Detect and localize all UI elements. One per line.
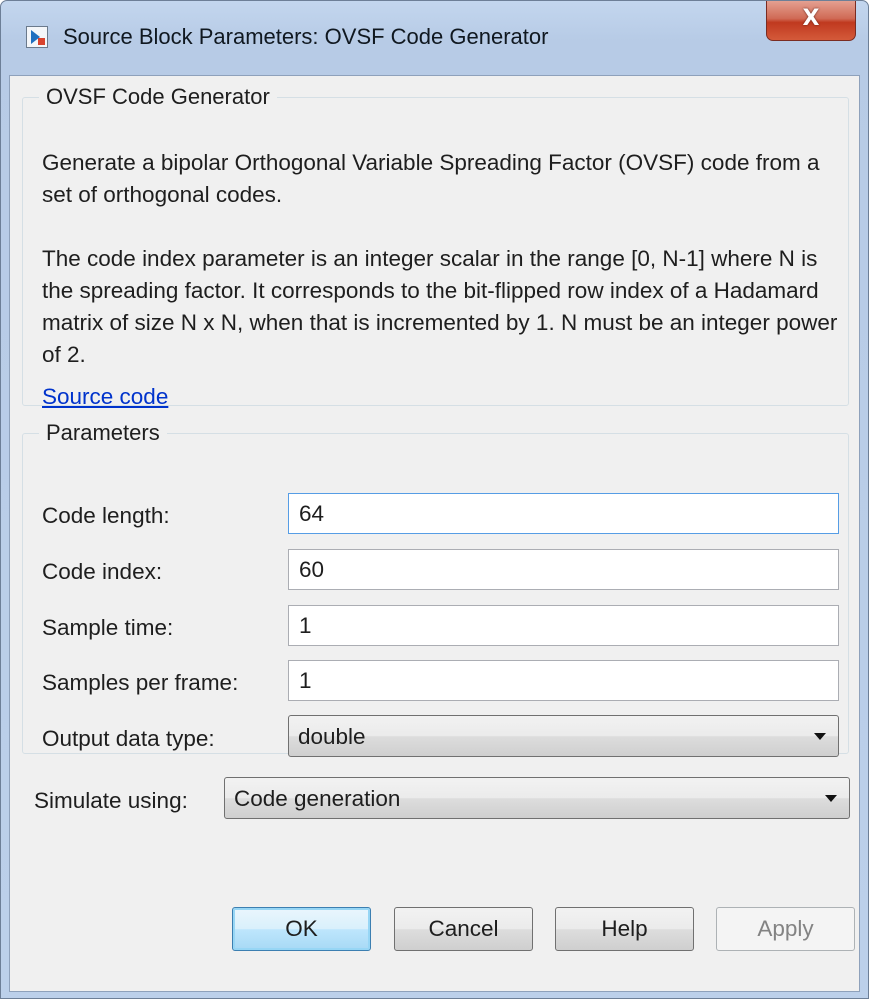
simulate-using-label: Simulate using:	[34, 788, 188, 813]
sample-time-label: Sample time:	[42, 615, 174, 640]
chevron-down-icon	[825, 795, 837, 802]
code-length-field[interactable]	[288, 493, 839, 534]
ok-button[interactable]: OK	[232, 907, 371, 951]
dialog-window: Source Block Parameters: OVSF Code Gener…	[0, 0, 869, 999]
source-code-link[interactable]: Source code	[42, 384, 168, 410]
block-description-group: OVSF Code Generator Generate a bipolar O…	[22, 84, 849, 409]
code-index-label: Code index:	[42, 559, 163, 584]
cancel-button[interactable]: Cancel	[394, 907, 533, 951]
output-data-type-select[interactable]: double	[288, 715, 839, 757]
block-description-text-1: Generate a bipolar Orthogonal Variable S…	[42, 150, 820, 207]
code-index-field[interactable]	[288, 549, 839, 590]
block-description-legend: OVSF Code Generator	[46, 84, 270, 109]
close-button[interactable]: X	[766, 1, 856, 41]
sample-time-field[interactable]	[288, 605, 839, 646]
title-bar[interactable]: Source Block Parameters: OVSF Code Gener…	[1, 1, 868, 75]
simulate-using-value: Code generation	[234, 786, 401, 811]
close-icon: X	[802, 6, 820, 31]
dialog-body: OVSF Code Generator Generate a bipolar O…	[9, 75, 860, 992]
simulate-using-select[interactable]: Code generation	[224, 777, 850, 819]
window-title: Source Block Parameters: OVSF Code Gener…	[63, 24, 549, 49]
chevron-down-icon	[814, 733, 826, 740]
output-data-type-value: double	[298, 724, 366, 749]
parameters-legend: Parameters	[46, 420, 160, 445]
apply-button[interactable]: Apply	[716, 907, 855, 951]
output-data-type-label: Output data type:	[42, 726, 215, 751]
samples-per-frame-field[interactable]	[288, 660, 839, 701]
simulink-block-icon	[26, 26, 48, 48]
help-button[interactable]: Help	[555, 907, 694, 951]
parameters-group: Parameters Code length: Code index: Samp…	[22, 420, 849, 757]
code-length-label: Code length:	[42, 503, 170, 528]
samples-per-frame-label: Samples per frame:	[42, 670, 239, 695]
block-description-text-2: The code index parameter is an integer s…	[42, 246, 838, 367]
